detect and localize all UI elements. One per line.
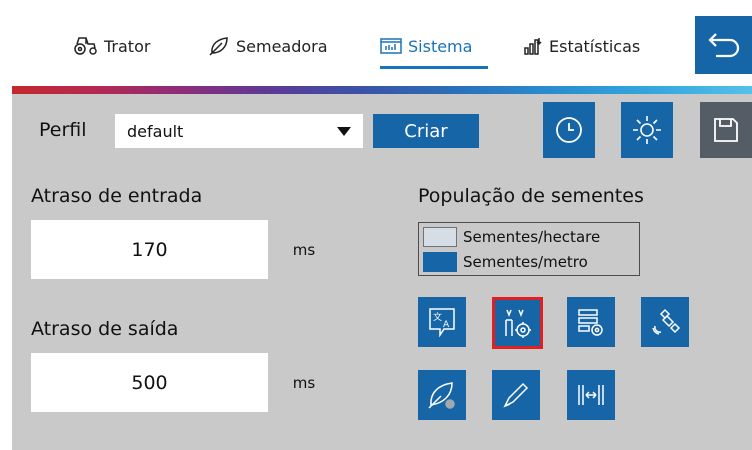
left-edge bbox=[0, 0, 12, 450]
profile-select-value: default bbox=[127, 121, 184, 141]
statistics-icon bbox=[524, 38, 542, 55]
tab-semeadora-label: Semeadora bbox=[236, 36, 328, 56]
tab-estatisticas-label: Estatísticas bbox=[549, 36, 641, 56]
population-title: População de sementes bbox=[418, 185, 644, 207]
entry-delay-input[interactable]: 170 bbox=[31, 220, 268, 279]
clock-icon bbox=[556, 117, 582, 143]
config-list-icon bbox=[578, 309, 603, 336]
population-option-metro-label: Sementes/metro bbox=[463, 253, 588, 271]
tab-estatisticas[interactable]: Estatísticas bbox=[523, 28, 640, 64]
tab-sistema-label: Sistema bbox=[408, 36, 473, 56]
create-profile-button[interactable]: Criar bbox=[373, 114, 479, 148]
width-arrows-icon bbox=[578, 385, 604, 405]
tab-semeadora[interactable]: Semeadora bbox=[208, 28, 328, 64]
width-settings-button[interactable] bbox=[567, 370, 615, 420]
dropdown-caret-icon bbox=[337, 127, 351, 136]
save-icon bbox=[714, 118, 738, 142]
active-tab-indicator bbox=[380, 66, 488, 69]
entry-delay-label: Atraso de entrada bbox=[31, 185, 203, 207]
back-button[interactable] bbox=[695, 16, 752, 74]
sun-icon bbox=[633, 116, 661, 144]
profile-label: Perfil bbox=[39, 119, 87, 141]
exit-delay-label: Atraso de saída bbox=[31, 318, 179, 340]
population-option-hectare-label: Sementes/hectare bbox=[463, 228, 601, 246]
seed-gear-icon bbox=[428, 382, 455, 409]
system-icon bbox=[380, 38, 402, 54]
satellite-icon bbox=[652, 308, 681, 335]
gps-button[interactable] bbox=[641, 297, 689, 347]
save-button[interactable] bbox=[700, 102, 752, 158]
system-config-button[interactable] bbox=[567, 297, 615, 347]
brightness-button[interactable] bbox=[621, 102, 673, 158]
entry-delay-unit: ms bbox=[268, 220, 340, 279]
back-arrow-icon bbox=[707, 33, 739, 58]
seeder-icon bbox=[209, 37, 228, 56]
pen-icon bbox=[503, 382, 529, 408]
color-stripe bbox=[0, 86, 752, 94]
unselected-swatch bbox=[423, 227, 457, 247]
seeder-settings-button[interactable] bbox=[418, 370, 466, 420]
selected-swatch bbox=[423, 252, 457, 272]
translate-icon: 文 A bbox=[429, 308, 455, 338]
implement-gear-icon bbox=[504, 309, 531, 338]
profile-select[interactable]: default bbox=[115, 114, 363, 148]
tab-sistema[interactable]: Sistema bbox=[380, 28, 472, 64]
history-button[interactable] bbox=[543, 102, 595, 158]
calibration-button[interactable] bbox=[492, 370, 540, 420]
svg-text:A: A bbox=[443, 320, 450, 330]
tab-trator[interactable]: Trator bbox=[74, 28, 150, 64]
svg-text:文: 文 bbox=[433, 311, 442, 323]
top-navigation-bar: Trator Semeadora Sistema Estatísticas bbox=[0, 0, 752, 86]
tab-trator-label: Trator bbox=[104, 36, 151, 56]
population-selector: Sementes/hectare Sementes/metro bbox=[418, 222, 640, 276]
exit-delay-input[interactable]: 500 bbox=[31, 353, 268, 412]
population-option-hectare[interactable]: Sementes/hectare bbox=[423, 226, 600, 248]
language-button[interactable]: 文 A bbox=[418, 297, 466, 347]
implement-settings-button[interactable] bbox=[492, 297, 543, 349]
tractor-icon bbox=[74, 37, 97, 55]
population-option-metro[interactable]: Sementes/metro bbox=[423, 251, 588, 273]
exit-delay-unit: ms bbox=[268, 353, 340, 412]
